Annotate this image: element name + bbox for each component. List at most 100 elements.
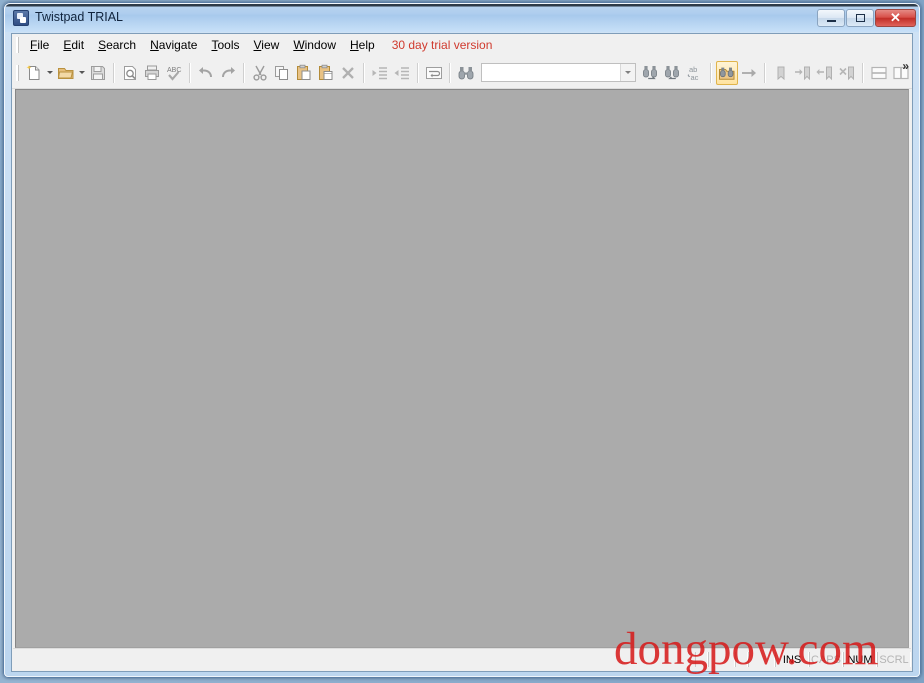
menu-item-view[interactable]: View (247, 35, 287, 55)
menu-label-window: indow (304, 38, 336, 52)
menu-item-tools[interactable]: Tools (204, 35, 246, 55)
split-horizontal-icon (870, 64, 888, 82)
toolbar-separator (763, 62, 766, 83)
find-button[interactable] (455, 61, 477, 85)
bookmark-previous-button[interactable] (814, 61, 836, 85)
maximize-icon (847, 10, 873, 26)
menu-bar-grip[interactable] (16, 37, 19, 53)
paste-button[interactable] (293, 61, 315, 85)
paste-special-button[interactable] (315, 61, 337, 85)
copy-icon (273, 64, 291, 82)
close-button[interactable]: ✕ (875, 9, 916, 27)
toolbar-separator (861, 62, 864, 83)
open-file-button[interactable] (55, 61, 77, 85)
word-wrap-icon (425, 64, 443, 82)
print-button[interactable] (141, 61, 163, 85)
status-pane-1 (695, 652, 708, 667)
toolbar-separator (188, 62, 191, 83)
app-icon (13, 10, 29, 26)
undo-icon (197, 64, 215, 82)
status-indicator-ins[interactable]: INS (775, 652, 809, 667)
find-in-files-button[interactable] (715, 60, 738, 85)
bookmark-next-icon (794, 64, 812, 82)
search-dropdown-button[interactable] (619, 64, 635, 81)
menu-item-file[interactable]: File (23, 35, 56, 55)
open-file-dropdown[interactable] (77, 61, 87, 85)
delete-icon (339, 64, 357, 82)
svg-text:ac: ac (690, 73, 698, 82)
status-indicator-num[interactable]: NUM (843, 652, 877, 667)
spell-check-button[interactable]: ABC (163, 61, 185, 85)
mdi-client-area[interactable] (15, 89, 909, 648)
maximize-button[interactable] (846, 9, 874, 27)
menu-item-edit[interactable]: Edit (56, 35, 91, 55)
menu-label-edit: dit (71, 38, 85, 52)
status-bar: INS CAPS NUM SCRL (13, 648, 911, 670)
bookmark-clear-button[interactable] (836, 61, 858, 85)
window-title: Twistpad TRIAL (35, 10, 124, 24)
undo-button[interactable] (195, 61, 217, 85)
tool-bar-grip[interactable] (16, 64, 19, 81)
cut-icon (251, 64, 269, 82)
new-file-dropdown[interactable] (45, 61, 55, 85)
go-to-button[interactable] (738, 61, 760, 85)
status-pane-2 (708, 652, 735, 667)
title-bar[interactable]: Twistpad TRIAL ✕ (5, 4, 919, 32)
menu-item-window[interactable]: Window (286, 35, 343, 55)
open-file-icon (57, 64, 75, 82)
menu-label-search: earch (106, 38, 137, 52)
status-indicator-scrl[interactable]: SCRL (877, 652, 911, 667)
toolbar-separator (416, 62, 419, 83)
status-message (13, 652, 695, 667)
bookmark-next-button[interactable] (792, 61, 814, 85)
find-icon (457, 64, 475, 82)
application-window: Twistpad TRIAL ✕ File Edit Search Naviga… (3, 2, 921, 678)
status-indicator-caps[interactable]: CAPS (809, 652, 843, 667)
find-previous-icon (664, 64, 682, 82)
toolbar-separator (709, 62, 712, 83)
status-pane-3 (735, 652, 748, 667)
outdent-button[interactable] (391, 61, 413, 85)
delete-button[interactable] (337, 61, 359, 85)
chevron-down-icon (78, 71, 85, 74)
find-previous-button[interactable] (662, 61, 684, 85)
bookmark-toggle-button[interactable] (770, 61, 792, 85)
cut-button[interactable] (249, 61, 271, 85)
menu-item-help[interactable]: Help (343, 35, 382, 55)
outdent-icon (393, 64, 411, 82)
spell-check-icon: ABC (165, 64, 183, 82)
minimize-button[interactable] (817, 9, 845, 27)
redo-button[interactable] (217, 61, 239, 85)
new-file-button[interactable] (23, 61, 45, 85)
bookmark-clear-icon (838, 64, 856, 82)
indent-icon (371, 64, 389, 82)
bookmark-toggle-icon (772, 64, 790, 82)
replace-button[interactable]: ab ac (684, 61, 706, 85)
split-horizontal-button[interactable] (868, 61, 890, 85)
copy-button[interactable] (271, 61, 293, 85)
go-to-icon (740, 64, 758, 82)
menu-bar: File Edit Search Navigate Tools View Win… (12, 34, 912, 57)
find-next-button[interactable] (640, 61, 662, 85)
print-preview-button[interactable] (119, 61, 141, 85)
svg-text:ABC: ABC (167, 67, 181, 74)
indent-button[interactable] (369, 61, 391, 85)
print-icon (143, 64, 161, 82)
paste-special-icon (317, 64, 335, 82)
menu-item-search[interactable]: Search (91, 35, 143, 55)
menu-label-tools: ools (217, 38, 240, 52)
search-combo-box[interactable] (480, 63, 636, 82)
word-wrap-button[interactable] (423, 61, 445, 85)
bookmark-prev-icon (816, 64, 834, 82)
chevron-down-icon (46, 71, 53, 74)
toolbar-separator (242, 62, 245, 83)
print-preview-icon (121, 64, 139, 82)
trial-notice: 30 day trial version (391, 38, 493, 52)
split-vertical-button[interactable] (890, 61, 912, 85)
close-icon: ✕ (890, 10, 901, 25)
menu-item-navigate[interactable]: Navigate (143, 35, 204, 55)
toolbar-overflow-button[interactable]: » (902, 59, 909, 73)
search-input[interactable] (481, 65, 620, 80)
save-button[interactable] (87, 61, 109, 85)
toolbar-separator (112, 62, 115, 83)
